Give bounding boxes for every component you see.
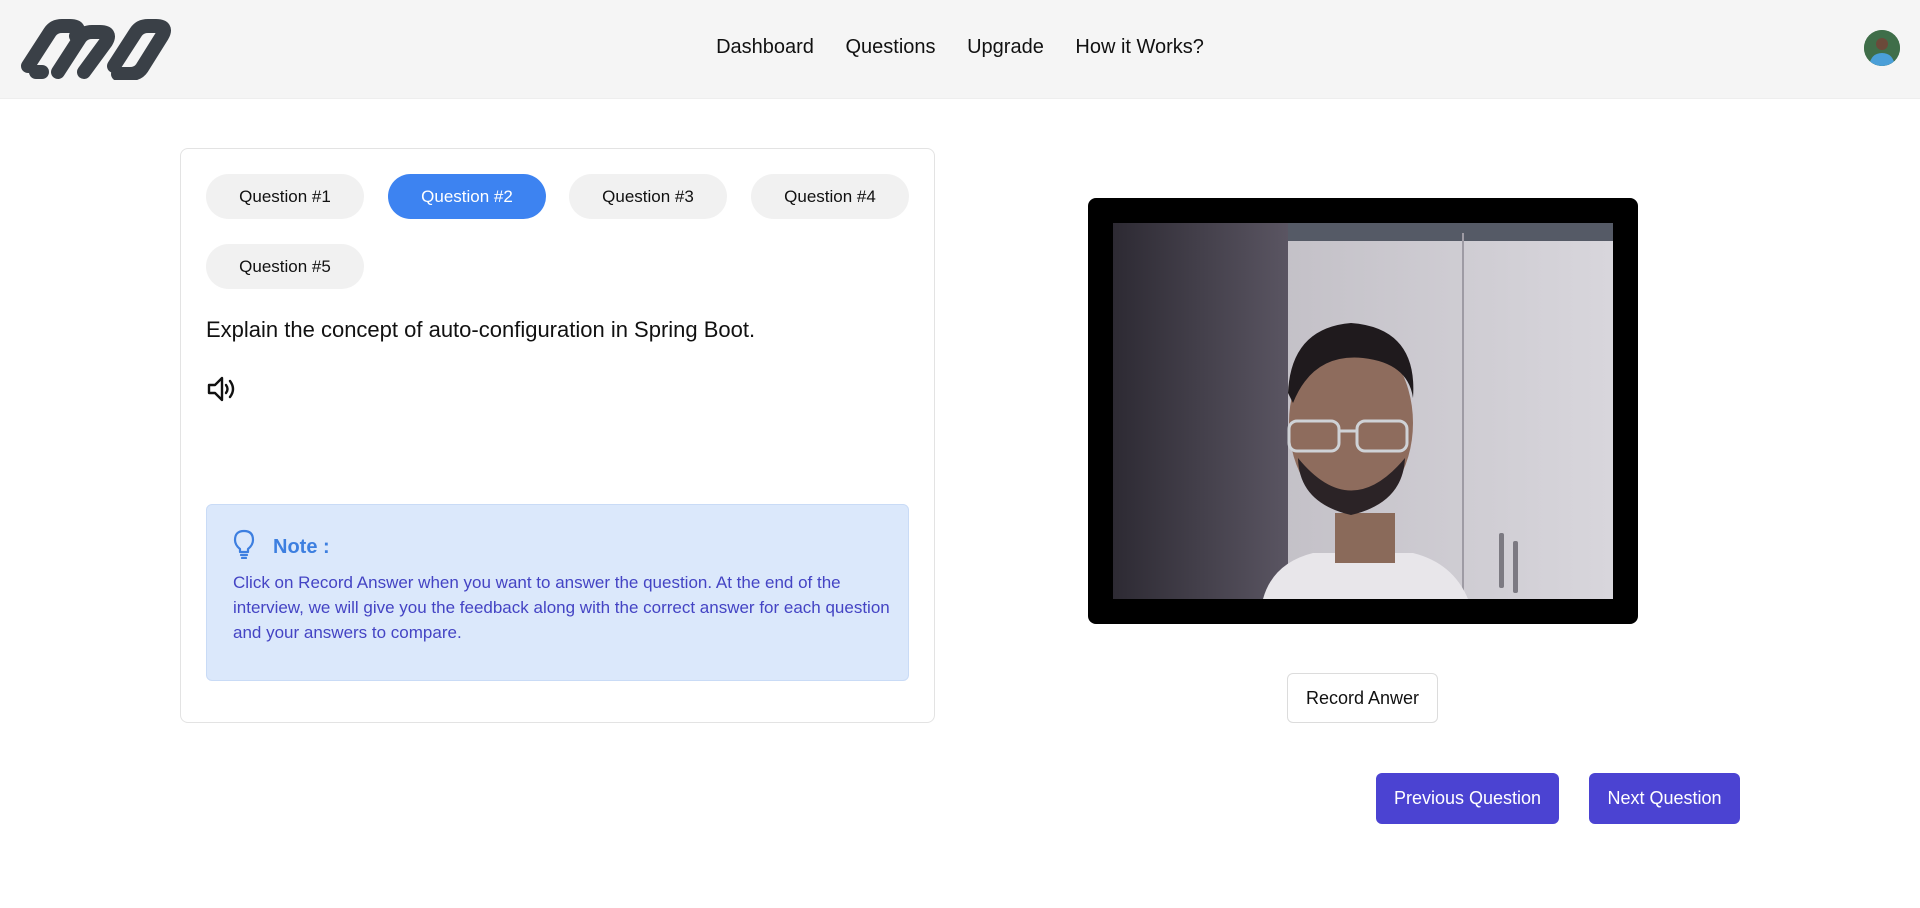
note-body: Click on Record Answer when you want to …	[233, 573, 890, 642]
webcam-feed	[1113, 223, 1613, 599]
nav-how-it-works[interactable]: How it Works?	[1075, 36, 1204, 59]
note-box: Note : Click on Record Answer when you w…	[206, 504, 909, 681]
note-title: Note :	[273, 536, 330, 558]
speaker-icon[interactable]	[206, 375, 238, 403]
previous-question-button[interactable]: Previous Question	[1376, 773, 1559, 824]
tab-question-5[interactable]: Question #5	[206, 244, 364, 289]
user-avatar[interactable]	[1864, 30, 1900, 66]
tab-question-1[interactable]: Question #1	[206, 174, 364, 219]
record-answer-button[interactable]: Record Anwer	[1287, 673, 1438, 723]
main-nav: Dashboard Questions Upgrade How it Works…	[0, 36, 1920, 59]
tab-question-4[interactable]: Question #4	[751, 174, 909, 219]
next-question-button[interactable]: Next Question	[1589, 773, 1740, 824]
question-text: Explain the concept of auto-configuratio…	[206, 317, 756, 342]
nav-questions[interactable]: Questions	[845, 36, 935, 59]
webcam-frame	[1088, 198, 1638, 624]
nav-upgrade[interactable]: Upgrade	[967, 36, 1044, 59]
top-header: Dashboard Questions Upgrade How it Works…	[0, 0, 1920, 99]
lightbulb-icon	[233, 529, 255, 560]
nav-dashboard[interactable]: Dashboard	[716, 36, 814, 59]
tab-question-2[interactable]: Question #2	[388, 174, 546, 219]
tab-question-3[interactable]: Question #3	[569, 174, 727, 219]
